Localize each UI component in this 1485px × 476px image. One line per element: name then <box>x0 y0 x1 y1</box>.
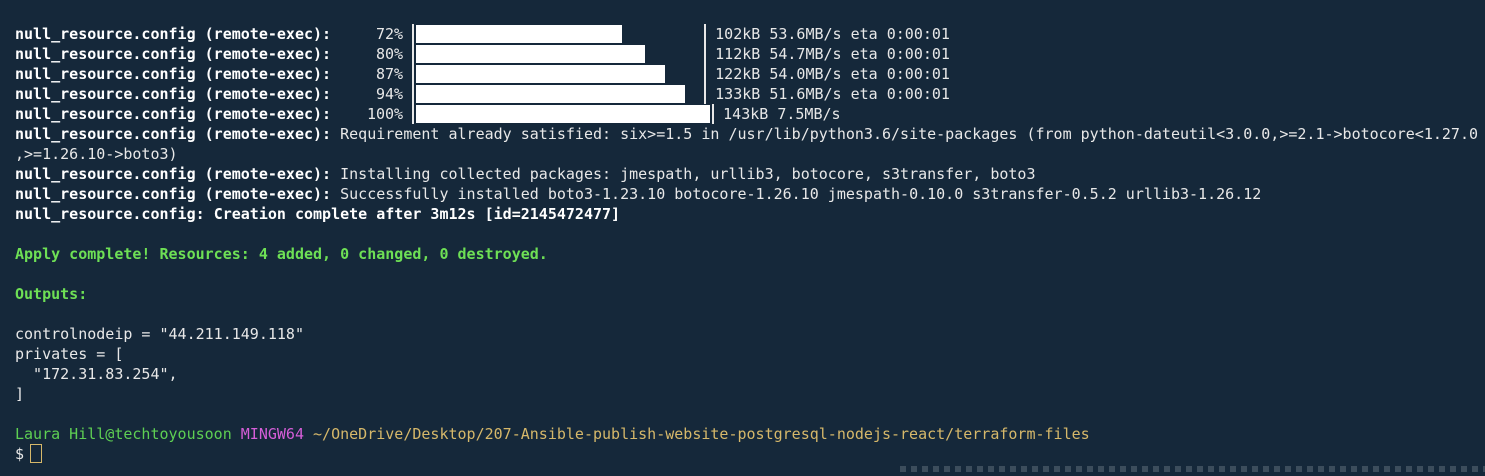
exec-tag: (remote-exec): <box>204 65 332 83</box>
prompt-path: ~/OneDrive/Desktop/207-Ansible-publish-w… <box>313 425 1090 443</box>
progress-bar <box>412 24 707 44</box>
progress-line: null_resource.config (remote-exec): 87% 1… <box>15 64 1480 84</box>
exec-tag: (remote-exec): <box>204 105 332 123</box>
progress-line: null_resource.config (remote-exec): 72% 1… <box>15 24 1480 44</box>
resource-label: null_resource.config <box>15 45 196 63</box>
output-controlnodeip: controlnodeip = "44.211.149.118" <box>15 325 304 343</box>
log-installed: Successfully installed boto3-1.23.10 bot… <box>340 185 1262 203</box>
log-installing: Installing collected packages: jmespath,… <box>340 165 1036 183</box>
progress-percent: 87% <box>376 65 404 83</box>
log-line: null_resource.config (remote-exec): Requ… <box>15 124 1480 144</box>
creation-line: null_resource.config: Creation complete … <box>15 204 1480 224</box>
progress-stats: 102kB 53.6MB/s eta 0:00:01 <box>715 25 950 43</box>
shell-prompt: Laura Hill@techtoyousoon MINGW64 ~/OneDr… <box>15 424 1480 444</box>
log-line: null_resource.config (remote-exec): Succ… <box>15 184 1480 204</box>
progress-bar-fill <box>416 25 623 43</box>
output-privates-open: privates = [ <box>15 345 124 363</box>
outputs-heading: Outputs: <box>15 285 88 303</box>
log-requirement: Requirement already satisfied: six>=1.5 … <box>340 125 1479 143</box>
exec-tag: (remote-exec): <box>204 25 332 43</box>
progress-line: null_resource.config (remote-exec): 100% … <box>15 104 1480 124</box>
resource-label: null_resource.config <box>15 25 196 43</box>
progress-stats: 112kB 54.7MB/s eta 0:00:01 <box>715 45 950 63</box>
progress-percent: 100% <box>366 105 404 123</box>
log-line-wrap: ,>=1.26.10->boto3) <box>15 144 1480 164</box>
progress-stats: 143kB 7.5MB/s <box>723 105 841 123</box>
progress-bar <box>412 84 707 104</box>
output-private-ip: "172.31.83.254", <box>15 365 178 383</box>
progress-percent: 94% <box>376 85 404 103</box>
progress-stats: 122kB 54.0MB/s eta 0:00:01 <box>715 65 950 83</box>
progress-percent: 80% <box>376 45 404 63</box>
terminal-output: null_resource.config (remote-exec): 72% 1… <box>15 24 1480 464</box>
progress-line: null_resource.config (remote-exec): 80% 1… <box>15 44 1480 64</box>
apply-complete-message: Apply complete! Resources: 4 added, 0 ch… <box>15 245 548 263</box>
exec-tag: (remote-exec): <box>204 165 332 183</box>
exec-tag: (remote-exec): <box>204 85 332 103</box>
prompt-user-host: Laura Hill@techtoyousoon <box>15 425 232 443</box>
progress-bar-fill <box>416 65 666 83</box>
log-requirement-wrap: ,>=1.26.10->boto3) <box>15 145 178 163</box>
resource-label: null_resource.config <box>15 185 196 203</box>
exec-tag: (remote-exec): <box>204 45 332 63</box>
resource-label: null_resource.config <box>15 105 196 123</box>
text-cursor[interactable] <box>30 444 43 463</box>
creation-prefix: null_resource.config: <box>15 205 205 223</box>
progress-percent: 72% <box>376 25 404 43</box>
resource-label: null_resource.config <box>15 165 196 183</box>
resource-label: null_resource.config <box>15 125 196 143</box>
output-privates-close: ] <box>15 385 25 403</box>
progress-line: null_resource.config (remote-exec): 94% 1… <box>15 84 1480 104</box>
progress-bar <box>412 44 707 64</box>
resource-label: null_resource.config <box>15 85 196 103</box>
exec-tag: (remote-exec): <box>204 185 332 203</box>
progress-stats: 133kB 51.6MB/s eta 0:00:01 <box>715 85 950 103</box>
progress-bar <box>412 104 715 124</box>
prompt-system: MINGW64 <box>240 425 304 443</box>
progress-bar-fill <box>416 85 686 103</box>
creation-message: Creation complete after 3m12s [id=214547… <box>213 205 621 223</box>
exec-tag: (remote-exec): <box>204 125 332 143</box>
progress-bar <box>412 64 707 84</box>
resource-label: null_resource.config <box>15 65 196 83</box>
progress-bar-fill <box>416 45 646 63</box>
progress-bar-fill <box>416 105 711 123</box>
scrolled-text-remnant <box>900 466 1485 472</box>
log-line: null_resource.config (remote-exec): Inst… <box>15 164 1480 184</box>
prompt-symbol: $ <box>15 445 25 463</box>
command-line[interactable]: $ <box>15 444 1480 464</box>
